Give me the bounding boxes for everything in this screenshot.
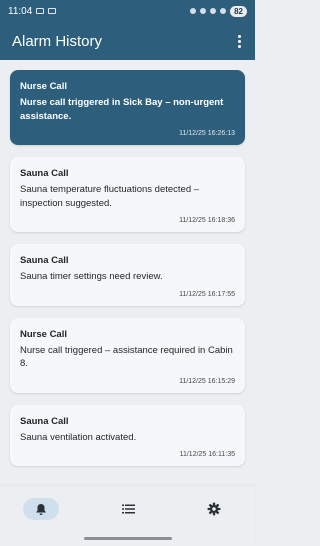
status-bar: 11:04 82	[0, 0, 255, 22]
alarm-message: Nurse call triggered in Sick Bay – non-u…	[20, 97, 224, 122]
nav-list-button[interactable]	[110, 498, 146, 520]
alarm-title: Sauna Call	[20, 255, 69, 266]
alarm-timestamp: 11/12/25 16:15:29	[179, 377, 235, 385]
page-title: Alarm History	[12, 32, 103, 50]
nav-alarms-button[interactable]	[23, 498, 59, 520]
alarm-timestamp: 11/12/25 16:17:55	[179, 290, 235, 298]
alarm-card[interactable]: Sauna Call Sauna ventilation activated. …	[10, 404, 245, 466]
alarm-timestamp: 11/12/25 16:18:36	[179, 217, 235, 224]
alarm-card[interactable]: Sauna Call Sauna timer settings need rev…	[10, 244, 245, 306]
alarm-timestamp: 11/12/25 16:26:13	[179, 130, 235, 137]
alarm-title: Nurse Call	[20, 81, 67, 92]
alarm-message: Sauna ventilation activated.	[20, 431, 137, 443]
alarm-title: Nurse Call	[20, 328, 67, 340]
message-icon	[48, 8, 57, 14]
nav-settings-button[interactable]	[196, 498, 232, 520]
vibrate-icon	[190, 8, 197, 14]
more-options-icon[interactable]	[236, 31, 243, 52]
alarm-card[interactable]: Sauna Call Sauna temperature fluctuation…	[10, 157, 245, 232]
alarm-message: Sauna temperature fluctuations detected …	[20, 184, 200, 209]
alarm-timestamp: 11/12/25 16:11:35	[179, 451, 235, 458]
wifi-icon	[210, 8, 217, 14]
mute-icon	[200, 8, 207, 14]
alarm-message: Sauna timer settings need review.	[20, 271, 163, 282]
list-icon	[121, 504, 135, 514]
gear-icon	[207, 502, 221, 516]
bell-icon	[36, 503, 46, 515]
alarm-message: Nurse call triggered – assistance requir…	[20, 344, 233, 370]
alarm-title: Sauna Call	[20, 415, 69, 427]
alarm-card[interactable]: Nurse Call Nurse call triggered – assist…	[10, 317, 245, 393]
app-bar: Alarm History	[0, 22, 255, 60]
status-time: 11:04	[8, 5, 33, 17]
home-indicator[interactable]	[84, 537, 172, 540]
alarm-title: Sauna Call	[20, 168, 69, 179]
battery-indicator: 82	[230, 5, 247, 17]
notification-icon	[36, 8, 45, 14]
alarm-list[interactable]: Nurse Call Nurse call triggered in Sick …	[0, 60, 255, 486]
signal-icon	[220, 8, 227, 14]
alarm-card[interactable]: Nurse Call Nurse call triggered in Sick …	[10, 70, 245, 145]
